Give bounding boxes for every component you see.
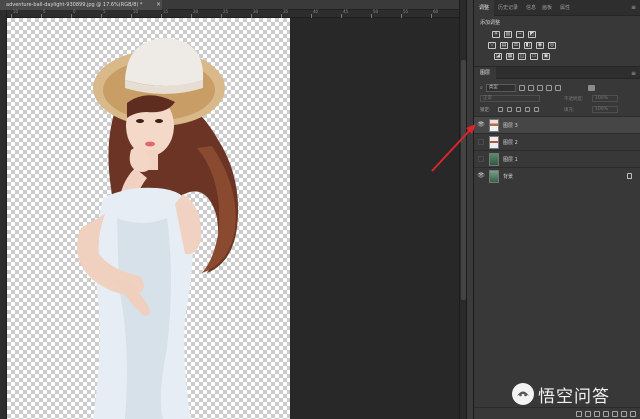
arrow-shaft [431, 129, 471, 172]
annotation-arrow [431, 124, 476, 172]
photoshop-window: adventure-ball-daylight-930899.jpg @ 17.… [0, 0, 640, 419]
watermark-text: 悟空问答 [538, 386, 610, 407]
watermark: 悟空问答 [512, 382, 610, 407]
wukong-logo-icon [512, 383, 534, 405]
